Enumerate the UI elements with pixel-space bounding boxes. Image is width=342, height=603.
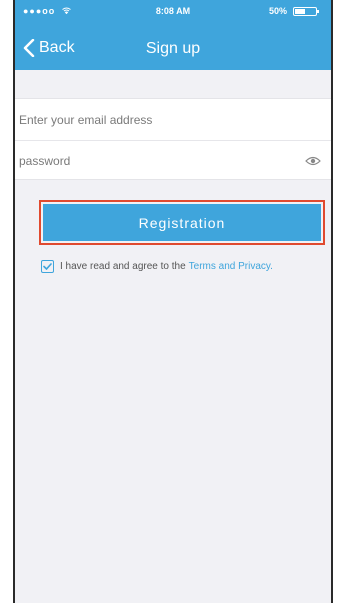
- agreement-text: I have read and agree to the: [60, 261, 186, 272]
- battery-icon: [293, 7, 319, 16]
- signup-form: [15, 98, 331, 181]
- page-title: Sign up: [145, 40, 201, 57]
- email-field[interactable]: [15, 99, 331, 140]
- registration-button[interactable]: Registration: [43, 204, 321, 241]
- phone-screen: ●●●oo 8:08 AM 50% Back Sign up Regist: [13, 0, 333, 603]
- eye-icon[interactable]: [305, 154, 321, 166]
- terms-link[interactable]: Terms and Privacy.: [189, 261, 273, 272]
- navigation-bar: ●●●oo 8:08 AM 50% Back Sign up: [15, 0, 331, 70]
- password-field[interactable]: [15, 141, 331, 181]
- password-row: [15, 140, 331, 181]
- status-bar: ●●●oo 8:08 AM 50%: [15, 0, 331, 22]
- email-row: [15, 99, 331, 140]
- battery-percent: 50%: [268, 6, 287, 16]
- battery-fill: [295, 9, 305, 14]
- registration-highlight: Registration: [39, 200, 325, 245]
- agree-checkbox[interactable]: [41, 260, 54, 273]
- checkmark-icon: [43, 263, 52, 270]
- agreement-row: I have read and agree to the Terms and P…: [41, 260, 273, 273]
